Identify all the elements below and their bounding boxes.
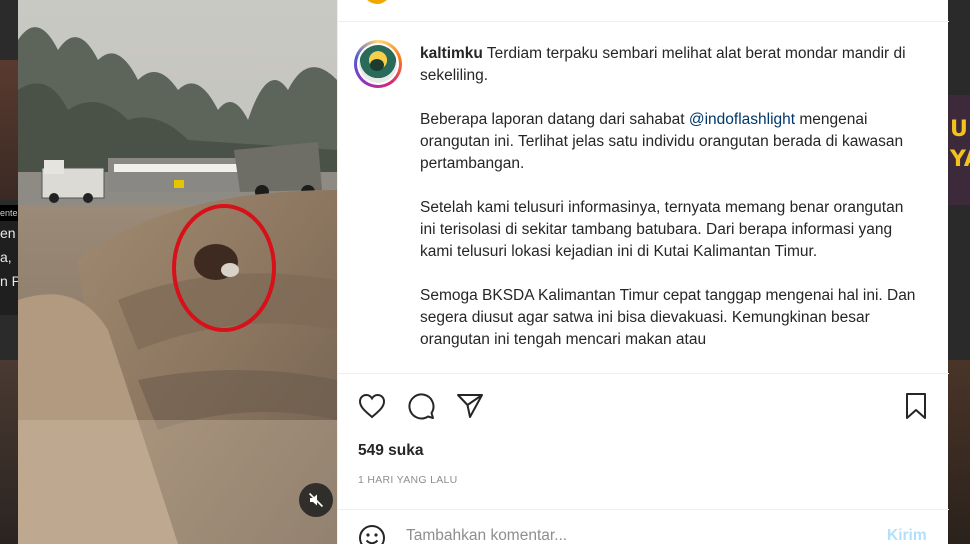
like-count[interactable]: 549 suka xyxy=(358,442,424,460)
background-poster: U YA xyxy=(948,95,970,205)
background-line: a, xyxy=(0,249,12,265)
like-button[interactable] xyxy=(357,391,387,421)
background-label: ente xyxy=(0,205,18,221)
mention-link[interactable]: @indoflashlight xyxy=(689,111,795,128)
background-page-left: ente en a, n P xyxy=(0,0,18,544)
caption-text: Beberapa laporan datang dari sahabat xyxy=(420,111,689,128)
bookmark-icon xyxy=(906,393,926,419)
header-avatar[interactable] xyxy=(363,0,391,4)
save-button[interactable] xyxy=(901,391,931,421)
add-comment-row: Kirim xyxy=(338,509,949,544)
comment-icon xyxy=(408,393,435,420)
speaker-muted-icon xyxy=(308,492,324,508)
send-icon xyxy=(457,394,483,418)
background-thumbnail xyxy=(948,360,970,544)
post-panel: kaltimku Terdiam terpaku sembari melihat … xyxy=(337,0,949,544)
avatar[interactable] xyxy=(354,40,402,88)
post-comment-button[interactable]: Kirim xyxy=(887,527,927,544)
caption-text: Terdiam terpaku sembari melihat alat ber… xyxy=(420,45,906,84)
post-header xyxy=(338,0,949,22)
background-line: en xyxy=(0,225,16,241)
video-frame xyxy=(18,0,337,544)
caption-text: Setelah kami telusuri informasinya, tern… xyxy=(420,199,904,260)
post-caption: kaltimku Terdiam terpaku sembari melihat … xyxy=(420,43,920,373)
avatar-image xyxy=(359,45,397,83)
background-thumbnail xyxy=(0,360,18,544)
background-poster-text: YA xyxy=(950,147,970,172)
comment-input[interactable] xyxy=(406,524,866,544)
heart-icon xyxy=(358,393,386,419)
background-thumbnail xyxy=(0,60,18,200)
caption-scroll-area[interactable]: kaltimku Terdiam terpaku sembari melihat … xyxy=(338,23,949,373)
background-text: ente en a, n P xyxy=(0,205,18,315)
background-page-right: U YA xyxy=(948,0,970,544)
username-link[interactable]: kaltimku xyxy=(420,45,483,62)
mute-button[interactable] xyxy=(299,483,333,517)
background-poster-text: U xyxy=(950,117,968,142)
share-button[interactable] xyxy=(455,391,485,421)
emoji-icon xyxy=(359,525,385,544)
comment-button[interactable] xyxy=(406,391,436,421)
caption-text: Semoga BKSDA Kalimantan Timur cepat tang… xyxy=(420,287,916,348)
background-line: n P xyxy=(0,273,18,289)
post-video[interactable] xyxy=(18,0,337,544)
instagram-post-modal: ente en a, n P U YA xyxy=(0,0,970,544)
post-timestamp[interactable]: 1 HARI YANG LALU xyxy=(358,474,458,486)
emoji-button[interactable] xyxy=(358,524,386,544)
